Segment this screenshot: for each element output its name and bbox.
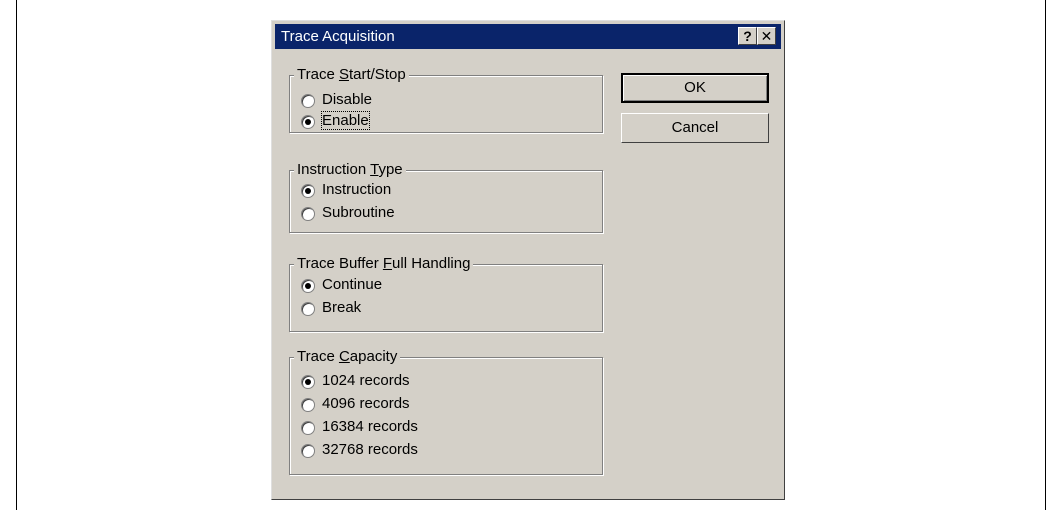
dialog-title: Trace Acquisition — [281, 28, 395, 45]
radio-button[interactable] — [301, 421, 315, 435]
trace-acquisition-dialog: Trace Acquisition ? ✕ Trace Start/Stop D… — [271, 20, 785, 500]
buffer-full-handling-group: Trace Buffer Full Handling — [289, 255, 603, 332]
radio-label: Instruction — [322, 181, 392, 198]
radio-button[interactable] — [301, 115, 315, 129]
group-legend: Trace Start/Stop — [294, 66, 409, 83]
radio-label: Enable — [321, 111, 370, 130]
radio-label: 16384 records — [322, 418, 418, 435]
radio-label: Break — [322, 299, 362, 316]
radio-button[interactable] — [301, 444, 315, 458]
radio-button[interactable] — [301, 207, 315, 221]
close-icon[interactable]: ✕ — [757, 27, 776, 45]
radio-label: Continue — [322, 276, 383, 293]
title-bar[interactable]: Trace Acquisition ? ✕ — [275, 24, 781, 49]
radio-label: Disable — [322, 91, 373, 108]
radio-button[interactable] — [301, 94, 315, 108]
group-legend: Trace Buffer Full Handling — [294, 255, 474, 272]
cancel-button[interactable]: Cancel — [621, 113, 769, 143]
ok-button[interactable]: OK — [621, 73, 769, 103]
radio-button[interactable] — [301, 302, 315, 316]
radio-label: 4096 records — [322, 395, 410, 412]
radio-button[interactable] — [301, 398, 315, 412]
group-legend: Trace Capacity — [294, 348, 401, 365]
radio-label: 32768 records — [322, 441, 418, 458]
radio-button[interactable] — [301, 375, 315, 389]
radio-label: Subroutine — [322, 204, 395, 221]
group-legend: Instruction Type — [294, 161, 406, 178]
instruction-type-group: Instruction Type — [289, 161, 603, 233]
radio-label: 1024 records — [322, 372, 410, 389]
radio-button[interactable] — [301, 184, 315, 198]
help-icon[interactable]: ? — [738, 27, 757, 45]
radio-button[interactable] — [301, 279, 315, 293]
